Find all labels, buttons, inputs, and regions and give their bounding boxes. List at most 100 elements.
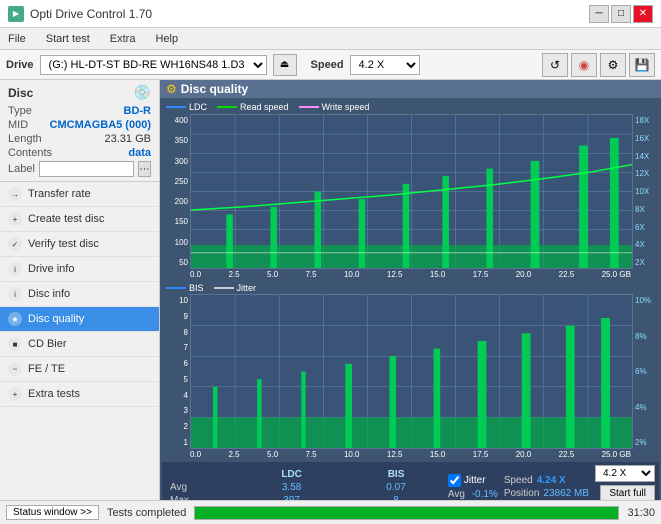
nav-cd-bier[interactable]: ■ CD Bier bbox=[0, 332, 159, 357]
bottom-chart-svg bbox=[191, 295, 632, 448]
menu-help[interactable]: Help bbox=[151, 32, 182, 46]
toolbar: Drive (G:) HL-DT-ST BD-RE WH16NS48 1.D3 … bbox=[0, 50, 661, 80]
write-speed-label: Write speed bbox=[322, 102, 370, 112]
nav-icon-extra-tests: + bbox=[8, 387, 22, 401]
nav-transfer-rate[interactable]: → Transfer rate bbox=[0, 182, 159, 207]
nav-icon-create-test: + bbox=[8, 212, 22, 226]
nav-label-disc-info: Disc info bbox=[28, 288, 70, 300]
disc-mid-row: MID CMCMAGBA5 (000) bbox=[8, 119, 151, 131]
top-chart-container: LDC Read speed Write speed bbox=[162, 100, 659, 280]
toolbar-icons: ↺ ◉ ⚙ 💾 bbox=[542, 53, 655, 77]
nav-label-disc-quality: Disc quality bbox=[28, 313, 84, 325]
disc-contents-val: data bbox=[128, 147, 151, 159]
jitter-checkbox[interactable] bbox=[448, 474, 461, 487]
bottom-chart-inner: 10 9 8 7 6 5 4 3 2 1 bbox=[162, 294, 659, 449]
top-y-right: 18X 16X 14X 12X 10X 8X 6X 4X 2X bbox=[633, 114, 659, 269]
bottom-chart-container: BIS Jitter 10 9 8 bbox=[162, 282, 659, 460]
jitter-checkbox-row: Jitter bbox=[448, 474, 498, 487]
ldc-label: LDC bbox=[189, 102, 207, 112]
close-button[interactable]: ✕ bbox=[633, 5, 653, 23]
eject-button[interactable]: ⏏ bbox=[273, 54, 297, 76]
disc-label-key: Label bbox=[8, 163, 35, 175]
write-speed-color bbox=[299, 106, 319, 108]
read-speed-color bbox=[217, 106, 237, 108]
stats-max-row: Max 397 8 bbox=[166, 494, 442, 501]
menu-file[interactable]: File bbox=[4, 32, 30, 46]
save-button[interactable]: 💾 bbox=[629, 53, 655, 77]
refresh-button[interactable]: ↺ bbox=[542, 53, 568, 77]
drive-select[interactable]: (G:) HL-DT-ST BD-RE WH16NS48 1.D3 bbox=[40, 55, 267, 75]
nav-icon-disc-info: i bbox=[8, 287, 22, 301]
menu-extra[interactable]: Extra bbox=[106, 32, 140, 46]
max-label: Max bbox=[166, 494, 233, 501]
disc-label-browse-btn[interactable]: ⋯ bbox=[138, 161, 151, 177]
bottom-chart-svg-container bbox=[190, 294, 633, 449]
disc-section-label: Disc bbox=[8, 86, 33, 100]
nav-create-test-disc[interactable]: + Create test disc bbox=[0, 207, 159, 232]
jitter-avg-row: Avg -0.1% bbox=[448, 489, 498, 500]
disc-panel-header: Disc 💿 bbox=[8, 84, 151, 101]
bis-label: BIS bbox=[189, 283, 204, 293]
max-ldc: 397 bbox=[233, 494, 350, 501]
disc-type-val: BD-R bbox=[124, 105, 152, 117]
maximize-button[interactable]: □ bbox=[611, 5, 631, 23]
status-window-button[interactable]: Status window >> bbox=[6, 505, 99, 520]
titlebar: ▶ Opti Drive Control 1.70 ─ □ ✕ bbox=[0, 0, 661, 28]
stats-avg-row: Avg 3.58 0.07 bbox=[166, 481, 442, 494]
nav-disc-info[interactable]: i Disc info bbox=[0, 282, 159, 307]
jitter-label: Jitter bbox=[237, 283, 257, 293]
speed-select[interactable]: 4.2 X bbox=[350, 55, 420, 75]
top-chart-inner: 400 350 300 250 200 150 100 50 bbox=[162, 114, 659, 269]
disc-length-key: Length bbox=[8, 133, 42, 145]
disc-label-input[interactable] bbox=[39, 161, 134, 177]
nav-disc-quality[interactable]: ★ Disc quality bbox=[0, 307, 159, 332]
nav-fe-te[interactable]: ~ FE / TE bbox=[0, 357, 159, 382]
content-area: ⚙ Disc quality LDC Read speed bbox=[160, 80, 661, 500]
disc-panel: Disc 💿 Type BD-R MID CMCMAGBA5 (000) Len… bbox=[0, 80, 159, 182]
sidebar: Disc 💿 Type BD-R MID CMCMAGBA5 (000) Len… bbox=[0, 80, 160, 500]
jitter-color bbox=[214, 287, 234, 289]
drive-label: Drive bbox=[6, 59, 34, 71]
disc-contents-key: Contents bbox=[8, 147, 52, 159]
nav-extra-tests[interactable]: + Extra tests bbox=[0, 382, 159, 407]
speed-val: 4.24 X bbox=[537, 475, 566, 486]
menu-start-test[interactable]: Start test bbox=[42, 32, 94, 46]
speed-label: Speed bbox=[311, 59, 344, 71]
nav-label-transfer-rate: Transfer rate bbox=[28, 188, 91, 200]
disc-type-row: Type BD-R bbox=[8, 105, 151, 117]
bottom-x-labels: 0.0 2.5 5.0 7.5 10.0 12.5 15.0 17.5 20.0… bbox=[162, 449, 659, 460]
top-chart: 400 350 300 250 200 150 100 50 bbox=[162, 114, 659, 280]
speed-key: Speed bbox=[504, 475, 533, 486]
color-button[interactable]: ◉ bbox=[571, 53, 597, 77]
nav-label-cd-bier: CD Bier bbox=[28, 338, 67, 350]
avg-label: Avg bbox=[166, 481, 233, 494]
disc-icon: 💿 bbox=[134, 84, 151, 101]
top-y-left: 400 350 300 250 200 150 100 50 bbox=[162, 114, 190, 269]
legend-bis: BIS bbox=[166, 283, 204, 293]
position-val: 23862 MB bbox=[543, 488, 589, 499]
stats-row: LDC BIS Avg 3.58 0.07 bbox=[162, 462, 659, 500]
jitter-avg-label: Avg bbox=[448, 489, 465, 500]
app-title: Opti Drive Control 1.70 bbox=[30, 7, 152, 21]
jitter-section: Jitter Avg -0.1% Max 0.0% bbox=[448, 474, 498, 500]
statusbar: Status window >> Tests completed 31:30 bbox=[0, 500, 661, 524]
nav-label-drive-info: Drive info bbox=[28, 263, 74, 275]
disc-quality-title: Disc quality bbox=[181, 82, 248, 96]
nav-verify-test-disc[interactable]: ✓ Verify test disc bbox=[0, 232, 159, 257]
bottom-y-right: 10% 8% 6% 4% 2% bbox=[633, 294, 659, 449]
start-full-button[interactable]: Start full bbox=[600, 485, 655, 500]
menubar: File Start test Extra Help bbox=[0, 28, 661, 50]
jitter-label-text: Jitter bbox=[464, 475, 486, 486]
nav-drive-info[interactable]: i Drive info bbox=[0, 257, 159, 282]
ldc-color bbox=[166, 106, 186, 108]
disc-quality-header: ⚙ Disc quality bbox=[160, 80, 661, 98]
bottom-chart-legend: BIS Jitter bbox=[162, 282, 659, 294]
titlebar-controls: ─ □ ✕ bbox=[589, 5, 653, 23]
position-row: Position 23862 MB bbox=[504, 488, 589, 499]
legend-read-speed: Read speed bbox=[217, 102, 289, 112]
status-text: Tests completed bbox=[107, 507, 186, 519]
nav-icon-disc-quality: ★ bbox=[8, 312, 22, 326]
settings-button[interactable]: ⚙ bbox=[600, 53, 626, 77]
speed-dropdown[interactable]: 4.2 X bbox=[595, 465, 655, 482]
minimize-button[interactable]: ─ bbox=[589, 5, 609, 23]
